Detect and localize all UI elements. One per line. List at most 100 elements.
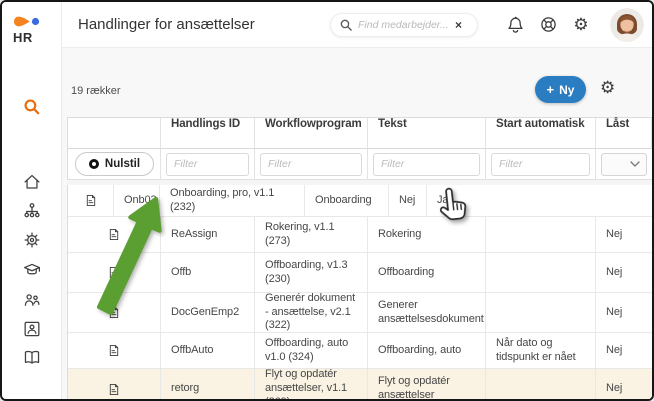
row-icon-cell xyxy=(68,217,161,253)
sidebar-item-settings[interactable] xyxy=(22,230,42,250)
cell-handlings-id: Offb xyxy=(161,253,255,293)
cell-start-automatisk: Nej xyxy=(389,185,427,217)
main-content: 19 rækker + Ny ⚙ Handlings ID Workflowpr… xyxy=(62,48,652,399)
cell-workflowprogram: Offboarding, auto v1.0 (324) xyxy=(255,333,368,369)
cell-workflowprogram: Rokering, v1.1 (273) xyxy=(255,217,368,253)
search-icon xyxy=(339,18,353,32)
cell-tekst: Offboarding xyxy=(368,253,486,293)
row-icon-cell xyxy=(68,253,161,293)
cell-handlings-id: ReAssign xyxy=(161,217,255,253)
sidebar-item-handbook[interactable] xyxy=(22,348,42,368)
page-title: Handlinger for ansættelser xyxy=(78,16,255,33)
filter-cell xyxy=(368,149,486,180)
new-button[interactable]: + Ny xyxy=(535,76,586,103)
cell-workflowprogram: Flyt og opdatér ansættelser, v1.1 (269) xyxy=(255,369,368,401)
filter-cell xyxy=(255,149,368,180)
sidebar: HR xyxy=(2,2,62,399)
filter-input-start-automatisk[interactable] xyxy=(491,153,590,176)
filter-cell xyxy=(486,149,596,180)
laast-filter-select[interactable] xyxy=(601,153,647,176)
column-header-handlings-id[interactable]: Handlings ID xyxy=(161,118,255,149)
sidebar-item-employee-card[interactable] xyxy=(22,319,42,339)
cell-start-automatisk xyxy=(486,293,596,333)
table-row-selected[interactable]: retorg Flyt og opdatér ansættelser, v1.1… xyxy=(68,369,652,401)
document-icon[interactable] xyxy=(107,343,121,358)
gear-icon xyxy=(22,230,42,250)
reset-filters-button[interactable]: Nulstil xyxy=(75,152,154,176)
cell-start-automatisk: Når dato og tidspunkt er nået xyxy=(486,333,596,369)
notifications-button[interactable] xyxy=(505,15,525,35)
document-icon[interactable] xyxy=(107,305,121,320)
gear-icon: ⚙ xyxy=(600,78,615,97)
logo-text: HR xyxy=(13,30,62,45)
column-header-tekst[interactable]: Tekst xyxy=(368,118,486,149)
org-chart-icon xyxy=(22,201,42,221)
lifebuoy-icon xyxy=(539,15,558,34)
user-avatar[interactable] xyxy=(610,8,644,42)
sidebar-item-search[interactable] xyxy=(22,97,42,117)
cell-laast: Nej xyxy=(596,293,652,333)
gear-icon: ⚙ xyxy=(573,16,588,33)
cell-start-automatisk xyxy=(486,253,596,293)
document-icon[interactable] xyxy=(107,382,121,397)
logo-dots-icon xyxy=(11,14,45,29)
cell-tekst: Flyt og opdatér ansættelser xyxy=(368,369,486,401)
cell-tekst: Generer ansættelsesdokument xyxy=(368,293,486,333)
cell-tekst: Onboarding xyxy=(305,185,389,217)
column-header-icon xyxy=(68,118,161,149)
people-group-icon xyxy=(22,290,42,310)
help-button[interactable] xyxy=(538,15,558,35)
bell-icon xyxy=(506,15,525,34)
table-row-highlighted[interactable]: Onb03 Onboarding, pro, v1.1 (232) Onboar… xyxy=(68,185,652,217)
table-row[interactable]: OffbAuto Offboarding, auto v1.0 (324) Of… xyxy=(68,333,652,369)
cell-laast: Nej xyxy=(596,217,652,253)
reset-button-label: Nulstil xyxy=(105,158,140,170)
sidebar-item-people[interactable] xyxy=(22,290,42,310)
app-window: HR xyxy=(0,0,654,401)
cell-tekst: Offboarding, auto xyxy=(368,333,486,369)
sidebar-item-education[interactable] xyxy=(22,260,42,280)
plus-icon: + xyxy=(547,83,555,96)
cell-tekst: Rokering xyxy=(368,217,486,253)
sidebar-item-home[interactable] xyxy=(22,172,42,192)
global-search[interactable]: × xyxy=(330,13,478,37)
document-icon[interactable] xyxy=(84,193,98,208)
document-icon[interactable] xyxy=(107,227,121,242)
sidebar-item-organisation[interactable] xyxy=(22,201,42,221)
cell-start-automatisk xyxy=(486,369,596,401)
cell-workflowprogram: Offboarding, v1.3 (230) xyxy=(255,253,368,293)
filter-input-tekst[interactable] xyxy=(373,153,480,176)
cell-handlings-id: Onb03 xyxy=(114,185,160,217)
cell-workflowprogram: Generér dokument - ansættelse, v2.1 (322… xyxy=(255,293,368,333)
filter-input-workflowprogram[interactable] xyxy=(260,153,362,176)
table-header-row: Handlings ID Workflowprogram Tekst Start… xyxy=(68,118,652,149)
settings-button[interactable]: ⚙ xyxy=(571,15,591,35)
column-header-laast[interactable]: Låst xyxy=(596,118,652,149)
table-row[interactable]: DocGenEmp2 Generér dokument - ansættelse… xyxy=(68,293,652,333)
search-input[interactable] xyxy=(358,19,450,31)
table-row[interactable]: Offb Offboarding, v1.3 (230) Offboarding… xyxy=(68,253,652,293)
new-button-label: Ny xyxy=(559,83,574,97)
row-icon-cell xyxy=(68,293,161,333)
column-header-start-automatisk[interactable]: Start automatisk xyxy=(486,118,596,149)
column-header-workflowprogram[interactable]: Workflowprogram xyxy=(255,118,368,149)
cell-laast: Nej xyxy=(596,333,652,369)
row-count: 19 rækker xyxy=(71,85,121,97)
table-filter-row: Nulstil xyxy=(68,149,652,180)
filter-cell xyxy=(161,149,255,180)
filter-input-handlings-id[interactable] xyxy=(166,153,249,176)
document-icon[interactable] xyxy=(107,265,121,280)
cell-handlings-id: DocGenEmp2 xyxy=(161,293,255,333)
search-clear-icon[interactable]: × xyxy=(455,19,462,31)
row-icon-cell xyxy=(68,369,161,401)
open-book-icon xyxy=(22,348,42,368)
app-logo[interactable]: HR xyxy=(2,14,62,45)
cell-handlings-id: OffbAuto xyxy=(161,333,255,369)
row-icon-cell xyxy=(68,185,114,217)
person-badge-icon xyxy=(22,319,42,339)
chevron-down-icon xyxy=(630,161,640,167)
table-settings-button[interactable]: ⚙ xyxy=(600,79,615,98)
table-row[interactable]: ReAssign Rokering, v1.1 (273) Rokering N… xyxy=(68,217,652,253)
filter-cell-laast xyxy=(596,149,652,180)
graduation-cap-icon xyxy=(22,260,42,280)
